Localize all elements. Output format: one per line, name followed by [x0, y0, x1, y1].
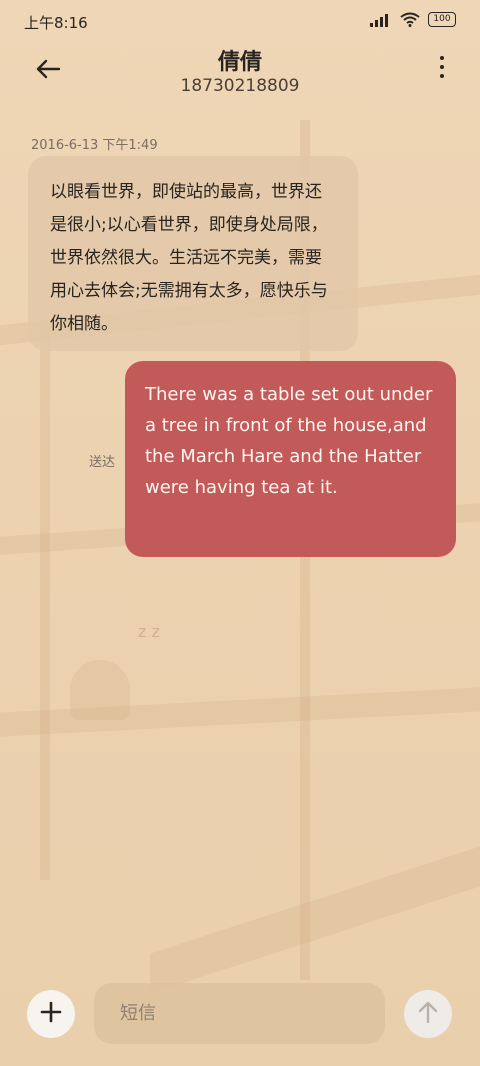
delivery-status: 送达	[89, 455, 116, 470]
incoming-message-bubble[interactable]: 以眼看世界，即使站的最高，世界还是很小;以心看世界，即使身处局限，世界依然很大。…	[28, 156, 358, 351]
message-timestamp: 2016-6-13 下午1:49	[31, 138, 158, 153]
conversation-header: 倩倩 18730218809	[0, 46, 480, 106]
outgoing-message-bubble[interactable]: There was a table set out under a tree i…	[125, 361, 456, 557]
status-time: 上午8:16	[24, 14, 88, 32]
plus-icon	[40, 1001, 62, 1027]
message-input[interactable]	[94, 983, 385, 1044]
signal-icon	[370, 13, 392, 27]
more-vertical-icon	[440, 56, 444, 78]
contact-number: 18730218809	[180, 76, 300, 96]
message-composer	[0, 980, 480, 1050]
status-bar: 上午8:16 100	[0, 0, 480, 46]
incoming-message-text: 以眼看世界，即使站的最高，世界还是很小;以心看世界，即使身处局限，世界依然很大。…	[50, 182, 328, 334]
send-button[interactable]	[404, 990, 452, 1038]
arrow-up-icon	[417, 1000, 439, 1028]
battery-icon: 100	[428, 12, 456, 27]
wifi-icon	[400, 12, 420, 27]
add-attachment-button[interactable]	[27, 990, 75, 1038]
more-options-button[interactable]	[434, 56, 450, 86]
outgoing-message-text: There was a table set out under a tree i…	[145, 384, 433, 498]
status-icons: 100	[370, 12, 456, 27]
contact-name: 倩倩	[217, 50, 262, 75]
